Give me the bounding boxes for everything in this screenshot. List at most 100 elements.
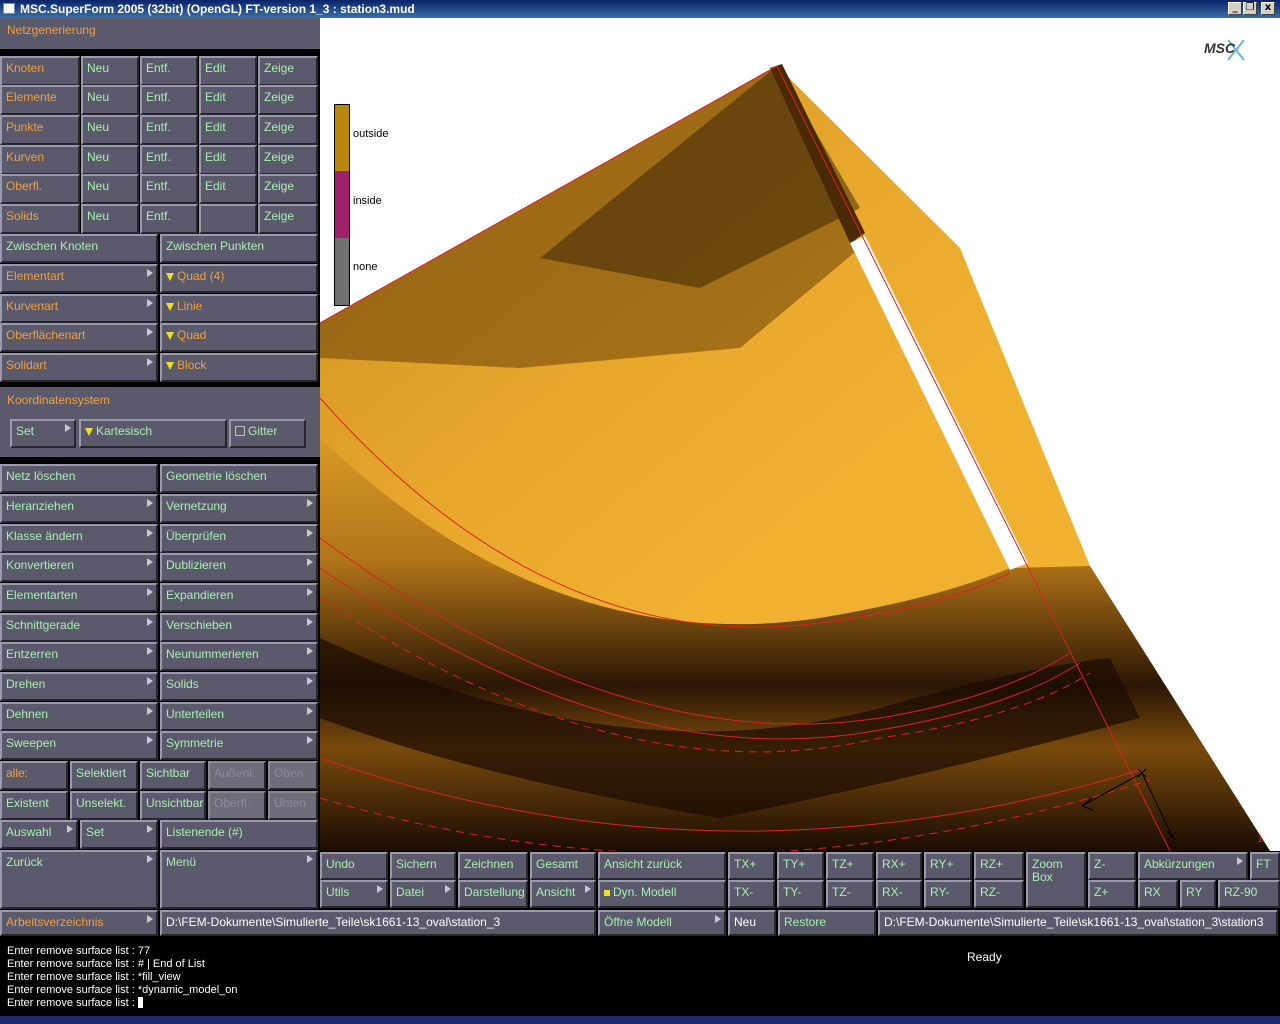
entity-remove-kurven[interactable]: Entf. (140, 145, 198, 175)
entity-edit-knoten[interactable]: Edit (199, 56, 257, 86)
curve-type-button[interactable]: Kurvenart (0, 294, 158, 323)
solid-type-button[interactable]: Solidart (0, 353, 158, 382)
solid-type-select[interactable]: Block (160, 353, 318, 382)
end-of-list-button[interactable]: Listenende (#) (160, 820, 318, 849)
plot-button[interactable]: Darstellung (458, 880, 528, 908)
undo-button[interactable]: Undo (320, 852, 388, 880)
select-existing-button[interactable]: Existent (0, 791, 68, 820)
z-plus-button[interactable]: Z+ (1088, 880, 1136, 908)
stretch-button[interactable]: Dehnen (0, 702, 158, 731)
entity-label-kurven[interactable]: Kurven (0, 145, 80, 175)
ty-plus-button[interactable]: TY+ (777, 852, 824, 880)
entity-new-elemente[interactable]: Neu (81, 85, 139, 115)
tz-minus-button[interactable]: TZ- (826, 880, 874, 908)
entity-label-oberfl[interactable]: Oberfl. (0, 174, 80, 204)
rz90-button[interactable]: RZ-90 (1218, 880, 1280, 908)
select-visible-button[interactable]: Sichtbar (140, 761, 206, 790)
select-unselected-button[interactable]: Unselekt. (70, 791, 138, 820)
menu-button[interactable]: Menü (160, 850, 318, 909)
ry-minus-button[interactable]: RY- (924, 880, 972, 908)
select-all-label[interactable]: alle: (0, 761, 68, 790)
move-button[interactable]: Verschieben (160, 613, 318, 642)
element-type-select[interactable]: Quad (4) (160, 264, 318, 293)
delete-geometry-button[interactable]: Geometrie löschen (160, 464, 318, 493)
symmetry-button[interactable]: Symmetrie (160, 731, 318, 760)
auswahl-button[interactable]: Auswahl (0, 820, 78, 849)
open-model-button[interactable]: Öffne Modell (598, 910, 726, 936)
entity-show-elemente[interactable]: Zeige (258, 85, 318, 115)
select-surface-button[interactable]: Oberfl. (208, 791, 266, 820)
rx-minus-button[interactable]: RX- (876, 880, 922, 908)
ry-button[interactable]: RY (1180, 880, 1216, 908)
rz-plus-button[interactable]: RZ+ (974, 852, 1024, 880)
tx-plus-button[interactable]: TX+ (728, 852, 775, 880)
expand-button[interactable]: Expandieren (160, 583, 318, 612)
shortcuts-button[interactable]: Abkürzungen (1138, 852, 1248, 880)
model-path-field[interactable]: D:\FEM-Dokumente\Simulierte_Teile\sk1661… (878, 910, 1278, 936)
entity-remove-solids[interactable]: Entf. (140, 204, 198, 234)
entity-remove-knoten[interactable]: Entf. (140, 56, 198, 86)
rx-button[interactable]: RX (1138, 880, 1178, 908)
entity-edit-kurven[interactable]: Edit (199, 145, 257, 175)
ft-button[interactable]: FT (1250, 852, 1280, 880)
surface-type-select[interactable]: Quad (160, 323, 318, 352)
entity-edit-punkte[interactable]: Edit (199, 115, 257, 145)
select-bottom-button[interactable]: Unten (268, 791, 318, 820)
subdivide-button[interactable]: Unterteilen (160, 702, 318, 731)
entity-edit-solids[interactable] (199, 204, 257, 234)
maximize-button[interactable]: ❐ (1243, 2, 1257, 15)
view-back-button[interactable]: Ansicht zurück (598, 852, 726, 880)
entity-edit-oberfl[interactable]: Edit (199, 174, 257, 204)
entity-label-knoten[interactable]: Knoten (0, 56, 80, 86)
grid-toggle[interactable]: Gitter (229, 419, 306, 448)
entity-show-solids[interactable]: Zeige (258, 204, 318, 234)
model-render[interactable] (320, 18, 1280, 851)
entity-new-oberfl[interactable]: Neu (81, 174, 139, 204)
restore-button[interactable]: Restore (778, 910, 876, 936)
entity-edit-elemente[interactable]: Edit (199, 85, 257, 115)
entity-show-knoten[interactable]: Zeige (258, 56, 318, 86)
entity-show-punkte[interactable]: Zeige (258, 115, 318, 145)
surface-type-button[interactable]: Oberflächenart (0, 323, 158, 352)
save-button[interactable]: Sichern (390, 852, 456, 880)
workdir-path-field[interactable]: D:\FEM-Dokumente\Simulierte_Teile\sk1661… (160, 910, 596, 936)
intersect-button[interactable]: Schnittgerade (0, 613, 158, 642)
rotate-button[interactable]: Drehen (0, 672, 158, 701)
attract-button[interactable]: Heranziehen (0, 494, 158, 523)
workdir-button[interactable]: Arbeitsverzeichnis (0, 910, 158, 936)
tz-plus-button[interactable]: TZ+ (826, 852, 874, 880)
select-invisible-button[interactable]: Unsichtbar (140, 791, 206, 820)
entity-remove-elemente[interactable]: Entf. (140, 85, 198, 115)
renumber-button[interactable]: Neunummerieren (160, 642, 318, 671)
relax-button[interactable]: Entzerren (0, 642, 158, 671)
new-model-button[interactable]: Neu (728, 910, 776, 936)
solids-button[interactable]: Solids (160, 672, 318, 701)
select-outline-button[interactable]: Außenl. (208, 761, 266, 790)
sweep-button[interactable]: Sweepen (0, 731, 158, 760)
console-prompt[interactable]: Enter remove surface list : (7, 997, 143, 1009)
ty-minus-button[interactable]: TY- (777, 880, 824, 908)
dyn-model-button[interactable]: Dyn. Modell (598, 880, 726, 908)
element-type-button[interactable]: Elementart (0, 264, 158, 293)
meshing-button[interactable]: Vernetzung (160, 494, 318, 523)
element-types-button[interactable]: Elementarten (0, 583, 158, 612)
tx-minus-button[interactable]: TX- (728, 880, 775, 908)
select-top-button[interactable]: Oben (268, 761, 318, 790)
z-minus-button[interactable]: Z- (1088, 852, 1136, 880)
close-button[interactable]: x (1261, 2, 1275, 15)
entity-new-punkte[interactable]: Neu (81, 115, 139, 145)
file-button[interactable]: Datei (390, 880, 456, 908)
rz-minus-button[interactable]: RZ- (974, 880, 1024, 908)
set-button[interactable]: Set (80, 820, 158, 849)
view-button[interactable]: Ansicht (530, 880, 596, 908)
entity-remove-oberfl[interactable]: Entf. (140, 174, 198, 204)
check-button[interactable]: Überprüfen (160, 524, 318, 553)
convert-button[interactable]: Konvertieren (0, 553, 158, 582)
rx-plus-button[interactable]: RX+ (876, 852, 922, 880)
fill-button[interactable]: Gesamt (530, 852, 596, 880)
command-console[interactable]: Enter remove surface list : 77 Enter rem… (0, 938, 1280, 1016)
zoom-box-button[interactable]: Zoom Box (1026, 852, 1086, 908)
entity-label-solids[interactable]: Solids (0, 204, 80, 234)
between-points-button[interactable]: Zwischen Punkten (160, 234, 318, 263)
back-button[interactable]: Zurück (0, 850, 158, 909)
